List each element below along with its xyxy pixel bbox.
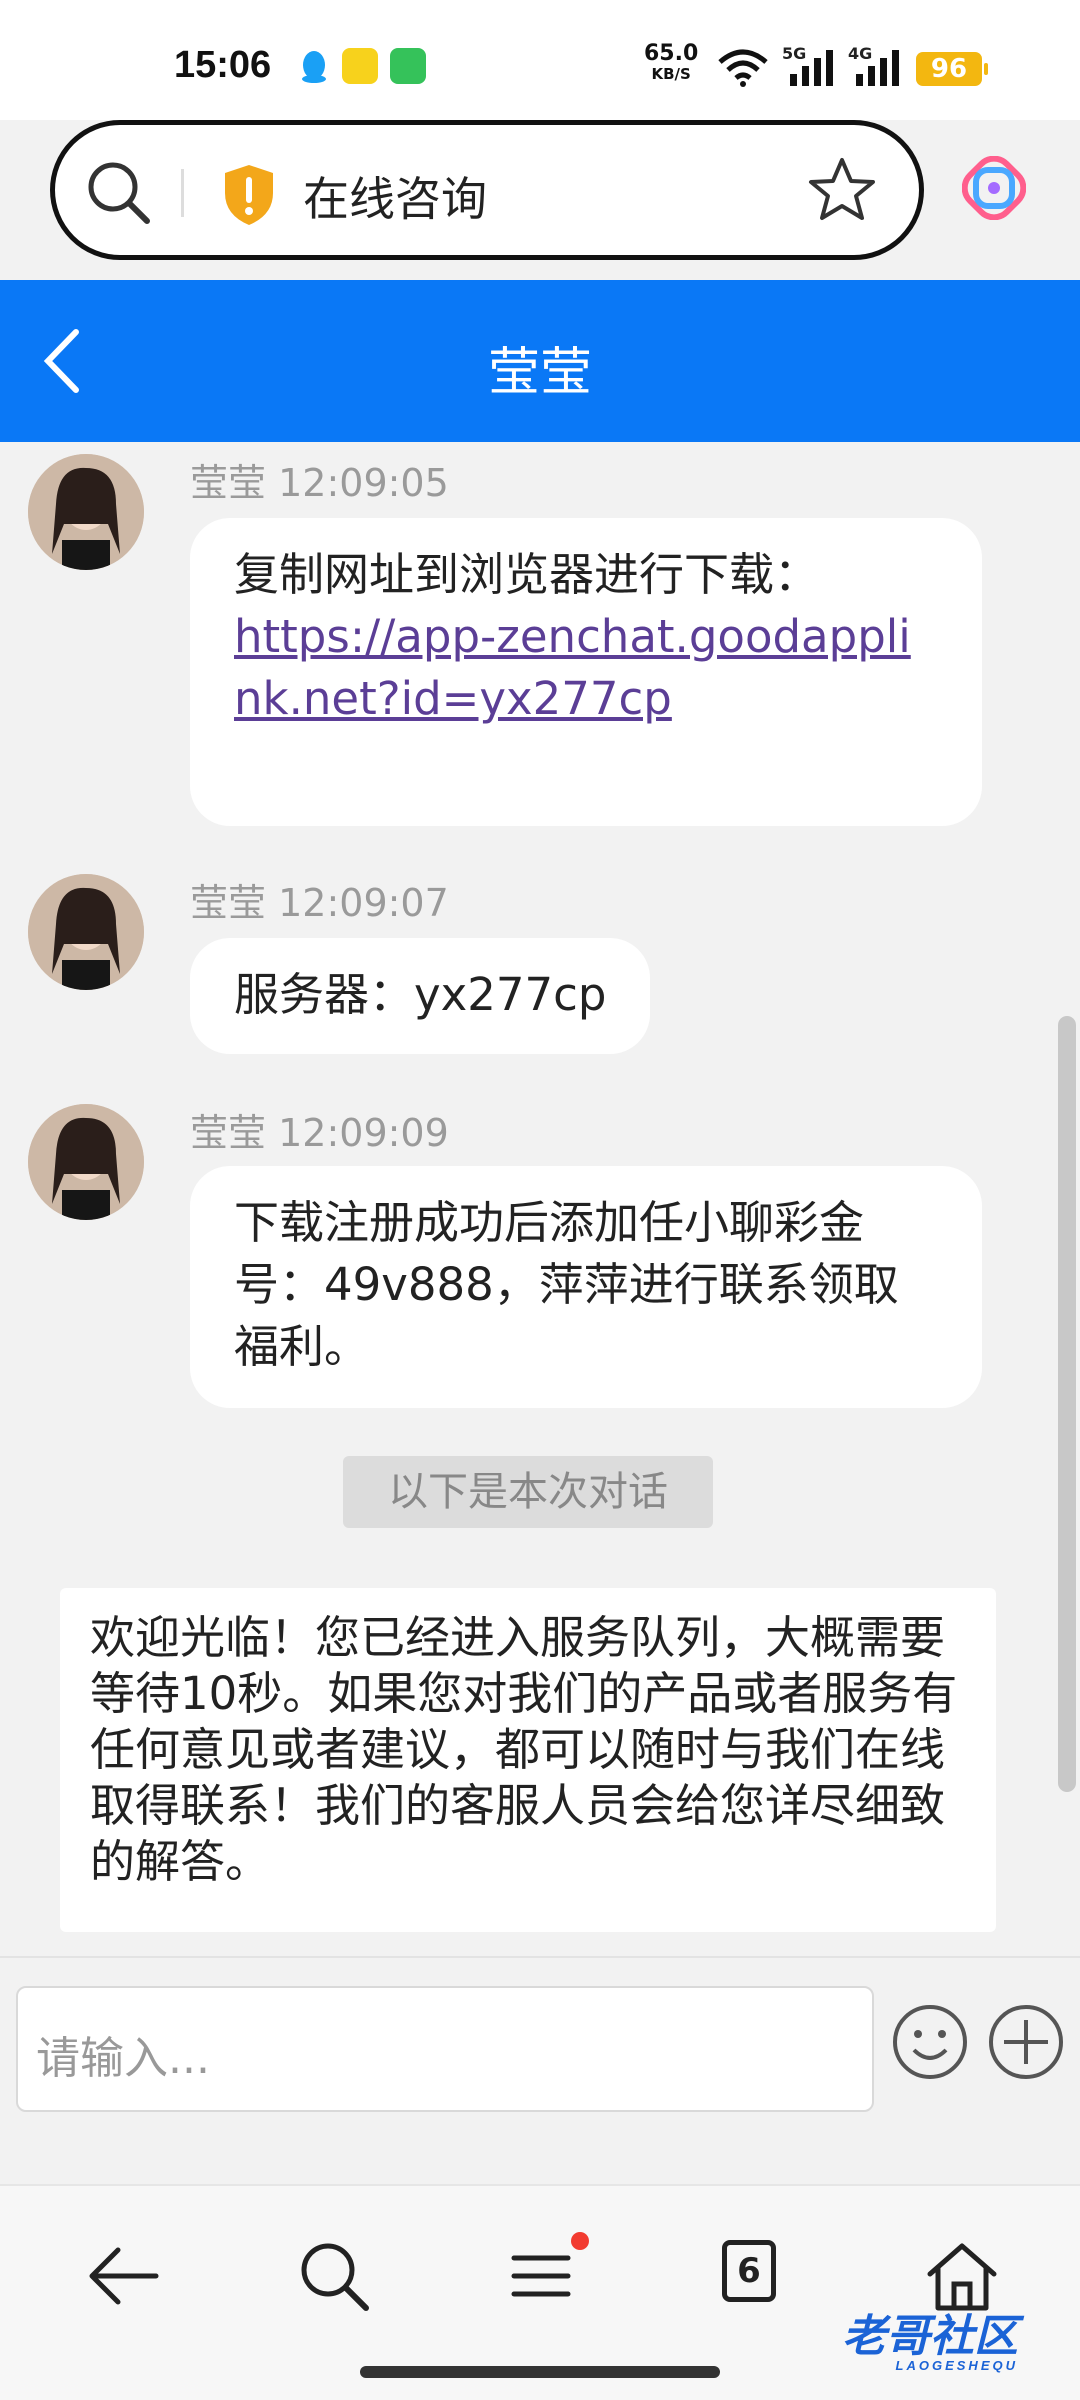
- address-divider: [181, 169, 184, 217]
- avatar[interactable]: [28, 874, 144, 990]
- home-indicator[interactable]: [360, 2366, 720, 2378]
- message-bubble: 服务器：yx277cp: [190, 938, 651, 1054]
- page-title: 在线咨询: [303, 172, 487, 226]
- signal-5g-icon: 5G: [782, 44, 838, 88]
- message-input[interactable]: 请输入...: [16, 1986, 874, 2112]
- message-app-icon: [390, 48, 426, 84]
- notification-dot: [571, 2232, 589, 2250]
- message-meta: 莹莹 12:09:07: [190, 881, 449, 925]
- avatar[interactable]: [28, 1104, 144, 1220]
- star-icon[interactable]: [807, 155, 877, 225]
- address-bar[interactable]: 在线咨询: [50, 120, 924, 260]
- message-meta: 莹莹 12:09:05: [190, 461, 449, 505]
- emoji-icon[interactable]: [890, 2002, 970, 2082]
- search-icon[interactable]: [83, 157, 155, 229]
- browser-logo-icon[interactable]: [962, 156, 1026, 220]
- session-divider: 以下是本次对话: [343, 1456, 713, 1528]
- avatar[interactable]: [28, 454, 144, 570]
- watermark-logo: 老哥社区 LAOGESHEQU: [842, 2312, 1018, 2373]
- menu-icon[interactable]: [502, 2236, 582, 2316]
- message-bubble: 下载注册成功后添加任小聊彩金号：49v888，萍萍进行联系领取福利。: [190, 1166, 982, 1408]
- welcome-message: 欢迎光临！您已经进入服务队列，大概需要等待10秒。如果您对我们的产品或者服务有任…: [60, 1588, 996, 1932]
- qq-app-icon: [296, 48, 332, 84]
- message-bubble: 复制网址到浏览器进行下载： https://app-zenchat.goodap…: [190, 518, 982, 826]
- plus-icon[interactable]: [986, 2002, 1066, 2082]
- signal-4g-icon: 4G: [848, 44, 904, 88]
- search-icon[interactable]: [294, 2236, 374, 2316]
- battery-indicator: 96: [916, 52, 988, 86]
- wifi-icon: [718, 49, 768, 87]
- status-bar: 15:06 65.0 KB/S 5G 4G 96: [0, 0, 1080, 120]
- net-speed: 65.0 KB/S: [644, 41, 699, 84]
- chat-title: 莹莹: [487, 343, 592, 403]
- download-link[interactable]: https://app-zenchat.goodapplink.net?id=y…: [234, 610, 911, 725]
- chat-header: 莹莹: [0, 280, 1080, 442]
- status-time: 15:06: [174, 44, 272, 86]
- message-meta: 莹莹 12:09:09: [190, 1111, 449, 1155]
- tabs-icon[interactable]: 6: [722, 2240, 776, 2302]
- back-icon[interactable]: [84, 2236, 164, 2316]
- composer-bar: 请输入...: [0, 1956, 1080, 2184]
- notification-app-icon: [342, 48, 378, 84]
- security-warning-icon[interactable]: [221, 163, 277, 227]
- scrollbar[interactable]: [1058, 1016, 1076, 1792]
